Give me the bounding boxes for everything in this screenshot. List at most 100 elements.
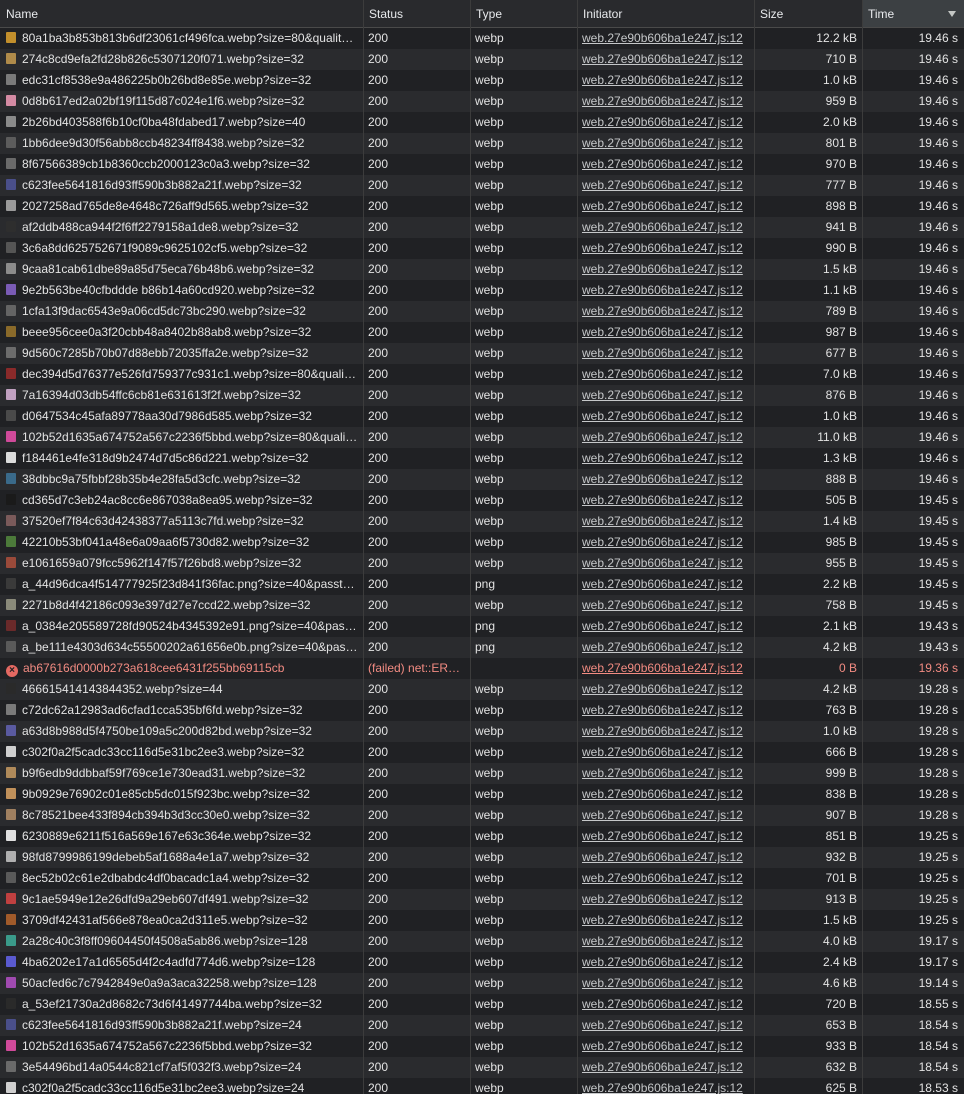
initiator-link[interactable]: web.27e90b606ba1e247.js:12 — [582, 409, 743, 423]
request-name-cell[interactable]: d0647534c45afa89778aa30d7986d585.webp?si… — [6, 406, 359, 427]
request-name-cell[interactable]: beee956cee0a3f20cbb48a8402b88ab8.webp?si… — [6, 322, 359, 343]
request-name-cell[interactable]: 38dbbc9a75fbbf28b35b4e28fa5d3cfc.webp?si… — [6, 469, 359, 490]
initiator-link[interactable]: web.27e90b606ba1e247.js:12 — [582, 493, 743, 507]
initiator-link[interactable]: web.27e90b606ba1e247.js:12 — [582, 808, 743, 822]
table-row[interactable]: f184461e4fe318d9b2474d7d5c86d221.webp?si… — [0, 448, 964, 469]
initiator-link[interactable]: web.27e90b606ba1e247.js:12 — [582, 703, 743, 717]
initiator-link[interactable]: web.27e90b606ba1e247.js:12 — [582, 556, 743, 570]
table-row[interactable]: 3c6a8dd625752671f9089c9625102cf5.webp?si… — [0, 238, 964, 259]
initiator-link[interactable]: web.27e90b606ba1e247.js:12 — [582, 325, 743, 339]
table-row[interactable]: 42210b53bf041a48e6a09aa6f5730d82.webp?si… — [0, 532, 964, 553]
initiator-link[interactable]: web.27e90b606ba1e247.js:12 — [582, 388, 743, 402]
table-row[interactable]: 7a16394d03db54ffc6cb81e631613f2f.webp?si… — [0, 385, 964, 406]
initiator-link[interactable]: web.27e90b606ba1e247.js:12 — [582, 598, 743, 612]
table-row[interactable]: c302f0a2f5cadc33cc116d5e31bc2ee3.webp?si… — [0, 742, 964, 763]
request-name-cell[interactable]: 9d560c7285b70b07d88ebb72035ffa2e.webp?si… — [6, 343, 359, 364]
request-name-cell[interactable]: × ab67616d0000b273a618cee6431f255bb69115c… — [6, 658, 359, 679]
request-name-cell[interactable]: 9caa81cab61dbe89a85d75eca76b48b6.webp?si… — [6, 259, 359, 280]
initiator-link[interactable]: web.27e90b606ba1e247.js:12 — [582, 52, 743, 66]
table-row[interactable]: 9caa81cab61dbe89a85d75eca76b48b6.webp?si… — [0, 259, 964, 280]
initiator-link[interactable]: web.27e90b606ba1e247.js:12 — [582, 472, 743, 486]
initiator-link[interactable]: web.27e90b606ba1e247.js:12 — [582, 871, 743, 885]
table-row[interactable]: 98fd8799986199debeb5af1688a4e1a7.webp?si… — [0, 847, 964, 868]
column-header-status[interactable]: Status — [363, 0, 470, 27]
request-name-cell[interactable]: c302f0a2f5cadc33cc116d5e31bc2ee3.webp?si… — [6, 1078, 359, 1094]
table-row[interactable]: 274c8cd9efa2fd28b826c5307120f071.webp?si… — [0, 49, 964, 70]
request-name-cell[interactable]: c623fee5641816d93ff590b3b882a21f.webp?si… — [6, 175, 359, 196]
column-header-time[interactable]: Time — [862, 0, 964, 27]
initiator-link[interactable]: web.27e90b606ba1e247.js:12 — [582, 745, 743, 759]
initiator-link[interactable]: web.27e90b606ba1e247.js:12 — [582, 73, 743, 87]
table-row[interactable]: 37520ef7f84c63d42438377a5113c7fd.webp?si… — [0, 511, 964, 532]
initiator-link[interactable]: web.27e90b606ba1e247.js:12 — [582, 1060, 743, 1074]
table-row[interactable]: a_0384e205589728fd90524b4345392e91.png?s… — [0, 616, 964, 637]
request-name-cell[interactable]: 2a28c40c3f8ff09604450f4508a5ab86.webp?si… — [6, 931, 359, 952]
request-name-cell[interactable]: e1061659a079fcc5962f147f57f26bd8.webp?si… — [6, 553, 359, 574]
initiator-link[interactable]: web.27e90b606ba1e247.js:12 — [582, 997, 743, 1011]
table-row[interactable]: c623fee5641816d93ff590b3b882a21f.webp?si… — [0, 1015, 964, 1036]
initiator-link[interactable]: web.27e90b606ba1e247.js:12 — [582, 136, 743, 150]
initiator-link[interactable]: web.27e90b606ba1e247.js:12 — [582, 199, 743, 213]
initiator-link[interactable]: web.27e90b606ba1e247.js:12 — [582, 850, 743, 864]
initiator-link[interactable]: web.27e90b606ba1e247.js:12 — [582, 241, 743, 255]
initiator-link[interactable]: web.27e90b606ba1e247.js:12 — [582, 514, 743, 528]
request-name-cell[interactable]: b9f6edb9ddbbaf59f769ce1e730ead31.webp?si… — [6, 763, 359, 784]
request-name-cell[interactable]: 274c8cd9efa2fd28b826c5307120f071.webp?si… — [6, 49, 359, 70]
table-row[interactable]: c72dc62a12983ad6cfad1cca535bf6fd.webp?si… — [0, 700, 964, 721]
table-row[interactable]: a_be111e4303d634c55500202a61656e0b.png?s… — [0, 637, 964, 658]
request-name-cell[interactable]: 7a16394d03db54ffc6cb81e631613f2f.webp?si… — [6, 385, 359, 406]
initiator-link[interactable]: web.27e90b606ba1e247.js:12 — [582, 787, 743, 801]
request-name-cell[interactable]: a_44d96dca4f514777925f23d841f36fac.png?s… — [6, 574, 359, 595]
column-divider[interactable] — [363, 0, 364, 1094]
initiator-link[interactable]: web.27e90b606ba1e247.js:12 — [582, 640, 743, 654]
table-row[interactable]: 8c78521bee433f894cb394b3d3cc30e0.webp?si… — [0, 805, 964, 826]
initiator-link[interactable]: web.27e90b606ba1e247.js:12 — [582, 976, 743, 990]
table-row[interactable]: 102b52d1635a674752a567c2236f5bbd.webp?si… — [0, 1036, 964, 1057]
request-name-cell[interactable]: a_53ef21730a2d8682c73d6f41497744ba.webp?… — [6, 994, 359, 1015]
initiator-link[interactable]: web.27e90b606ba1e247.js:12 — [582, 934, 743, 948]
initiator-link[interactable]: web.27e90b606ba1e247.js:12 — [582, 451, 743, 465]
request-name-cell[interactable]: 6230889e6211f516a569e167e63c364e.webp?si… — [6, 826, 359, 847]
column-header-initiator[interactable]: Initiator — [577, 0, 754, 27]
request-name-cell[interactable]: 1bb6dee9d30f56abb8ccb48234ff8438.webp?si… — [6, 133, 359, 154]
column-divider[interactable] — [862, 0, 863, 1094]
request-name-cell[interactable]: 8c78521bee433f894cb394b3d3cc30e0.webp?si… — [6, 805, 359, 826]
table-row[interactable]: 2271b8d4f42186c093e397d27e7ccd22.webp?si… — [0, 595, 964, 616]
initiator-link[interactable]: web.27e90b606ba1e247.js:12 — [582, 1081, 743, 1094]
request-name-cell[interactable]: 3709df42431af566e878ea0ca2d311e5.webp?si… — [6, 910, 359, 931]
request-name-cell[interactable]: 42210b53bf041a48e6a09aa6f5730d82.webp?si… — [6, 532, 359, 553]
table-row[interactable]: 2027258ad765de8e4648c726aff9d565.webp?si… — [0, 196, 964, 217]
request-name-cell[interactable]: c72dc62a12983ad6cfad1cca535bf6fd.webp?si… — [6, 700, 359, 721]
initiator-link[interactable]: web.27e90b606ba1e247.js:12 — [582, 262, 743, 276]
request-name-cell[interactable]: edc31cf8538e9a486225b0b26bd8e85e.webp?si… — [6, 70, 359, 91]
column-header-name[interactable]: Name — [0, 0, 363, 27]
request-name-cell[interactable]: 80a1ba3b853b813b6df23061cf496fca.webp?si… — [6, 28, 359, 49]
initiator-link[interactable]: web.27e90b606ba1e247.js:12 — [582, 94, 743, 108]
initiator-link[interactable]: web.27e90b606ba1e247.js:12 — [582, 304, 743, 318]
request-name-cell[interactable]: c302f0a2f5cadc33cc116d5e31bc2ee3.webp?si… — [6, 742, 359, 763]
table-row[interactable]: 2a28c40c3f8ff09604450f4508a5ab86.webp?si… — [0, 931, 964, 952]
request-name-cell[interactable]: 102b52d1635a674752a567c2236f5bbd.webp?si… — [6, 427, 359, 448]
initiator-link[interactable]: web.27e90b606ba1e247.js:12 — [582, 829, 743, 843]
request-name-cell[interactable]: f184461e4fe318d9b2474d7d5c86d221.webp?si… — [6, 448, 359, 469]
initiator-link[interactable]: web.27e90b606ba1e247.js:12 — [582, 682, 743, 696]
request-name-cell[interactable]: a_0384e205589728fd90524b4345392e91.png?s… — [6, 616, 359, 637]
table-row[interactable]: 466615414143844352.webp?size=44 200 webp we… — [0, 679, 964, 700]
request-name-cell[interactable]: c623fee5641816d93ff590b3b882a21f.webp?si… — [6, 1015, 359, 1036]
request-name-cell[interactable]: 1cfa13f9dac6543e9a06cd5dc73bc290.webp?si… — [6, 301, 359, 322]
table-row[interactable]: 9c1ae5949e12e26dfd9a29eb607df491.webp?si… — [0, 889, 964, 910]
initiator-link[interactable]: web.27e90b606ba1e247.js:12 — [582, 430, 743, 444]
request-name-cell[interactable]: 37520ef7f84c63d42438377a5113c7fd.webp?si… — [6, 511, 359, 532]
table-row[interactable]: 38dbbc9a75fbbf28b35b4e28fa5d3cfc.webp?si… — [0, 469, 964, 490]
request-name-cell[interactable]: a63d8b988d5f4750be109a5c200d82bd.webp?si… — [6, 721, 359, 742]
table-row[interactable]: 8f67566389cb1b8360ccb2000123c0a3.webp?si… — [0, 154, 964, 175]
table-row[interactable]: 1cfa13f9dac6543e9a06cd5dc73bc290.webp?si… — [0, 301, 964, 322]
table-row[interactable]: dec394d5d76377e526fd759377c931c1.webp?si… — [0, 364, 964, 385]
initiator-link[interactable]: web.27e90b606ba1e247.js:12 — [582, 724, 743, 738]
column-header-size[interactable]: Size — [754, 0, 862, 27]
initiator-link[interactable]: web.27e90b606ba1e247.js:12 — [582, 367, 743, 381]
request-name-cell[interactable]: 466615414143844352.webp?size=44 — [6, 679, 359, 700]
request-name-cell[interactable]: 3c6a8dd625752671f9089c9625102cf5.webp?si… — [6, 238, 359, 259]
request-name-cell[interactable]: 3e54496bd14a0544c821cf7af5f032f3.webp?si… — [6, 1057, 359, 1078]
initiator-link[interactable]: web.27e90b606ba1e247.js:12 — [582, 283, 743, 297]
